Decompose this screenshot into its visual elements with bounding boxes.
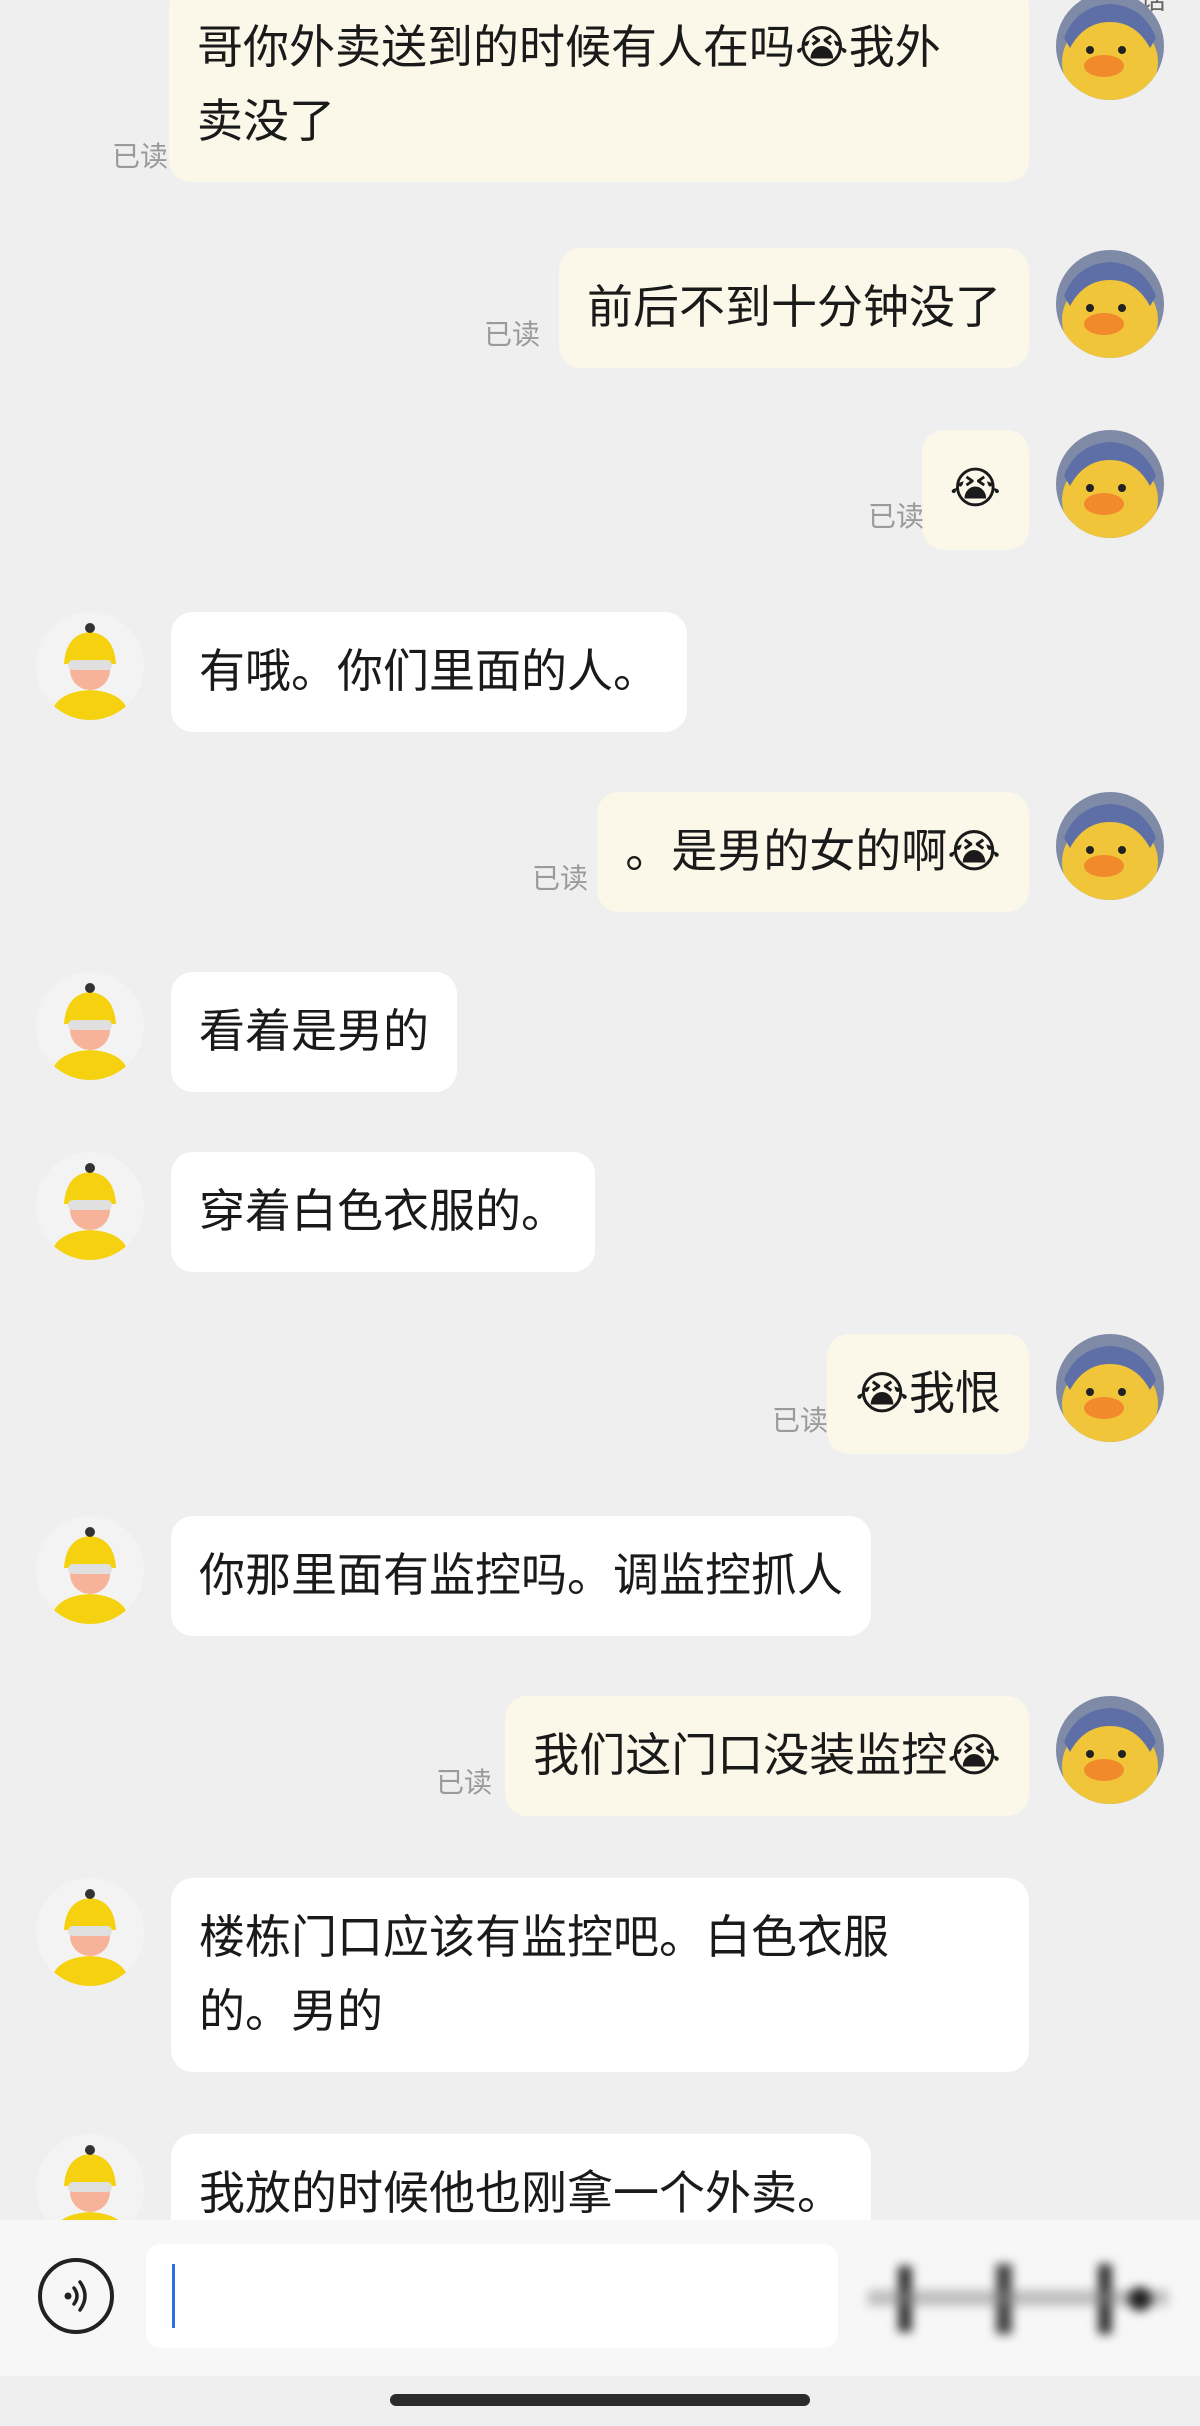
message-text-line: 哥你外卖送到的时候有人在吗😭我外 <box>197 20 941 74</box>
courier-avatar-icon <box>36 1152 144 1260</box>
text-cursor <box>172 2264 175 2328</box>
read-receipt: 已读 <box>532 862 589 895</box>
message-bubble-incoming[interactable]: 楼栋门口应该有监控吧。白色衣服 的。男的 <box>171 1878 1029 2072</box>
courier-avatar-icon <box>36 2134 144 2220</box>
message-bubble-outgoing[interactable]: 哥你外卖送到的时候有人在吗😭我外 卖没了 <box>169 0 1029 182</box>
message-bubble-outgoing[interactable]: 前后不到十分钟没了 <box>559 248 1029 368</box>
blurred-toolbar[interactable] <box>868 2254 1172 2344</box>
courier-avatar[interactable] <box>36 1152 144 1260</box>
duck-avatar-icon <box>1056 250 1164 358</box>
read-receipt: 已读 <box>772 1404 829 1437</box>
duck-avatar-icon <box>1056 430 1164 538</box>
courier-avatar-icon <box>36 612 144 720</box>
read-receipt: 已读 <box>112 140 169 173</box>
voice-button[interactable] <box>38 2258 114 2334</box>
message-text-line: 卖没了 <box>197 94 335 148</box>
self-avatar[interactable] <box>1056 430 1164 538</box>
duck-avatar-icon <box>1056 0 1164 100</box>
courier-avatar-icon <box>36 972 144 1080</box>
read-receipt: 已读 <box>868 500 925 533</box>
message-bubble-outgoing[interactable]: 。是男的女的啊😭 <box>597 792 1029 912</box>
message-text-line: 的。男的 <box>199 1984 383 2038</box>
self-avatar[interactable] <box>1056 0 1164 100</box>
courier-avatar-icon <box>36 1516 144 1624</box>
courier-avatar[interactable] <box>36 1878 144 1986</box>
input-bar <box>0 2220 1200 2376</box>
self-avatar[interactable] <box>1056 792 1164 900</box>
courier-avatar[interactable] <box>36 1516 144 1624</box>
message-bubble-outgoing[interactable]: 😭我恨 <box>827 1334 1029 1454</box>
message-bubble-incoming[interactable]: 有哦。你们里面的人。 <box>171 612 687 732</box>
self-avatar[interactable] <box>1056 1334 1164 1442</box>
duck-avatar-icon <box>1056 1334 1164 1442</box>
message-bubble-outgoing[interactable]: 😭 <box>921 430 1029 550</box>
self-avatar[interactable] <box>1056 250 1164 358</box>
home-indicator[interactable] <box>390 2394 810 2406</box>
message-list[interactable]: 电话 哥你外卖送到的时候有人在吗😭我外 卖没了 已读 前后不到十 <box>0 0 1200 2220</box>
courier-avatar-icon <box>36 1878 144 1986</box>
duck-avatar-icon <box>1056 792 1164 900</box>
courier-avatar[interactable] <box>36 612 144 720</box>
courier-avatar[interactable] <box>36 972 144 1080</box>
courier-avatar[interactable] <box>36 2134 144 2220</box>
self-avatar[interactable] <box>1056 1696 1164 1804</box>
message-bubble-incoming[interactable]: 我放的时候他也刚拿一个外卖。 <box>171 2134 871 2220</box>
read-receipt: 已读 <box>484 318 541 351</box>
message-bubble-incoming[interactable]: 看着是男的 <box>171 972 457 1092</box>
message-bubble-incoming[interactable]: 穿着白色衣服的。 <box>171 1152 595 1272</box>
message-input[interactable] <box>146 2244 838 2348</box>
message-bubble-outgoing[interactable]: 我们这门口没装监控😭 <box>505 1696 1029 1816</box>
voice-icon <box>64 2280 87 2312</box>
chat-screen: 电话 哥你外卖送到的时候有人在吗😭我外 卖没了 已读 前后不到十 <box>0 0 1200 2426</box>
message-bubble-incoming[interactable]: 你那里面有监控吗。调监控抓人 <box>171 1516 871 1636</box>
message-text-line: 楼栋门口应该有监控吧。白色衣服 <box>199 1910 889 1964</box>
duck-avatar-icon <box>1056 1696 1164 1804</box>
read-receipt: 已读 <box>436 1766 493 1799</box>
